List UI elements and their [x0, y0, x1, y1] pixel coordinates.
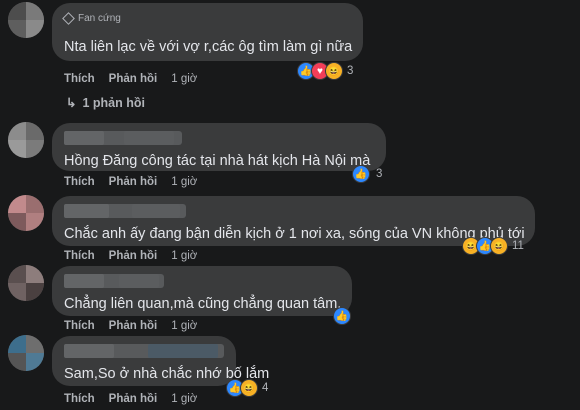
- timestamp[interactable]: 1 giờ: [171, 176, 197, 188]
- reaction-summary[interactable]: 😆 👍 😆 11: [462, 237, 524, 255]
- comment-bubble: Chẳng liên quan,mà cũng chẳng quan tâm.: [52, 266, 352, 316]
- timestamp[interactable]: 1 giờ: [171, 250, 197, 262]
- author-name: [64, 344, 224, 358]
- comment-text: Chắc anh ấy đang bận diễn kịch ở 1 nơi x…: [64, 226, 525, 242]
- like-icon: 👍: [352, 165, 370, 183]
- reaction-summary[interactable]: 👍 ♥ 😆 3: [297, 62, 353, 80]
- comment-actions: Thích Phản hồi 1 giờ: [64, 73, 197, 85]
- reply-button[interactable]: Phản hồi: [109, 250, 158, 262]
- reaction-summary[interactable]: 👍 3: [352, 165, 382, 183]
- haha-icon: 😆: [490, 237, 508, 255]
- reaction-count: 11: [512, 240, 524, 252]
- replies-label: 1 phản hồi: [82, 95, 145, 110]
- like-button[interactable]: Thích: [64, 320, 95, 332]
- avatar[interactable]: [8, 122, 44, 158]
- view-replies-link[interactable]: ↳ 1 phản hồi: [66, 95, 145, 111]
- comment-bubble: Sam,So ở nhà chắc nhớ bố lắm: [52, 336, 270, 386]
- avatar[interactable]: [8, 265, 44, 301]
- reaction-count: 4: [262, 382, 269, 394]
- like-icon: 👍: [333, 307, 351, 325]
- timestamp[interactable]: 1 giờ: [171, 393, 197, 405]
- like-button[interactable]: Thích: [64, 73, 95, 85]
- reaction-count: 3: [376, 168, 383, 180]
- comment-actions: Thích Phản hồi 1 giờ: [64, 176, 197, 188]
- avatar[interactable]: [8, 2, 44, 38]
- comment-actions: Thích Phản hồi 1 giờ: [64, 320, 197, 332]
- reply-button[interactable]: Phản hồi: [109, 73, 158, 85]
- like-button[interactable]: Thích: [64, 176, 95, 188]
- fan-badge-label: Fan cứng: [78, 12, 121, 24]
- comment-text: Hồng Đăng công tác tại nhà hát kịch Hà N…: [64, 153, 371, 169]
- reply-button[interactable]: Phản hồi: [109, 320, 158, 332]
- reaction-count: 3: [347, 65, 354, 77]
- author-name: [64, 274, 164, 288]
- diamond-icon: [62, 11, 75, 25]
- like-button[interactable]: Thích: [64, 393, 95, 405]
- timestamp[interactable]: 1 giờ: [171, 73, 197, 85]
- avatar[interactable]: [8, 195, 44, 231]
- reply-arrow-icon: ↳: [66, 96, 77, 110]
- haha-icon: 😆: [325, 62, 343, 80]
- comment-actions: Thích Phản hồi 1 giờ: [64, 393, 197, 405]
- timestamp[interactable]: 1 giờ: [171, 320, 197, 332]
- comment-bubble: Fan cứng Nta liên lạc về với vợ r,các ôg…: [52, 3, 363, 61]
- author-name: [64, 204, 186, 218]
- reply-button[interactable]: Phản hồi: [109, 176, 158, 188]
- like-button[interactable]: Thích: [64, 250, 95, 262]
- comment-actions: Thích Phản hồi 1 giờ: [64, 250, 197, 262]
- fan-badge: Fan cứng: [62, 11, 349, 25]
- avatar[interactable]: [8, 335, 44, 371]
- comment-text: Chẳng liên quan,mà cũng chẳng quan tâm.: [64, 296, 342, 312]
- reply-button[interactable]: Phản hồi: [109, 393, 158, 405]
- reaction-summary[interactable]: 👍 😆 4: [226, 379, 268, 397]
- comment-bubble: Hồng Đăng công tác tại nhà hát kịch Hà N…: [52, 123, 386, 171]
- haha-icon: 😆: [240, 379, 258, 397]
- comment-text: Nta liên lạc về với vợ r,các ôg tìm làm …: [64, 39, 353, 55]
- reaction-summary[interactable]: 👍: [333, 307, 351, 325]
- author-name: [64, 131, 182, 145]
- comment-text: Sam,So ở nhà chắc nhớ bố lắm: [64, 366, 270, 382]
